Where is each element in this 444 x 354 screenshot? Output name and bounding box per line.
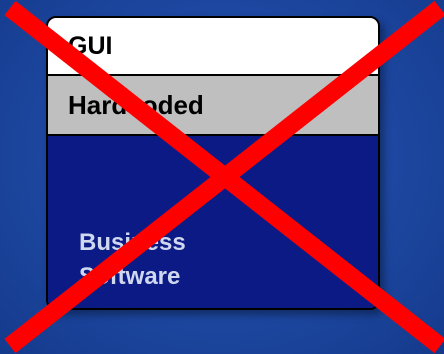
- red-cross-out-icon: [4, 0, 444, 354]
